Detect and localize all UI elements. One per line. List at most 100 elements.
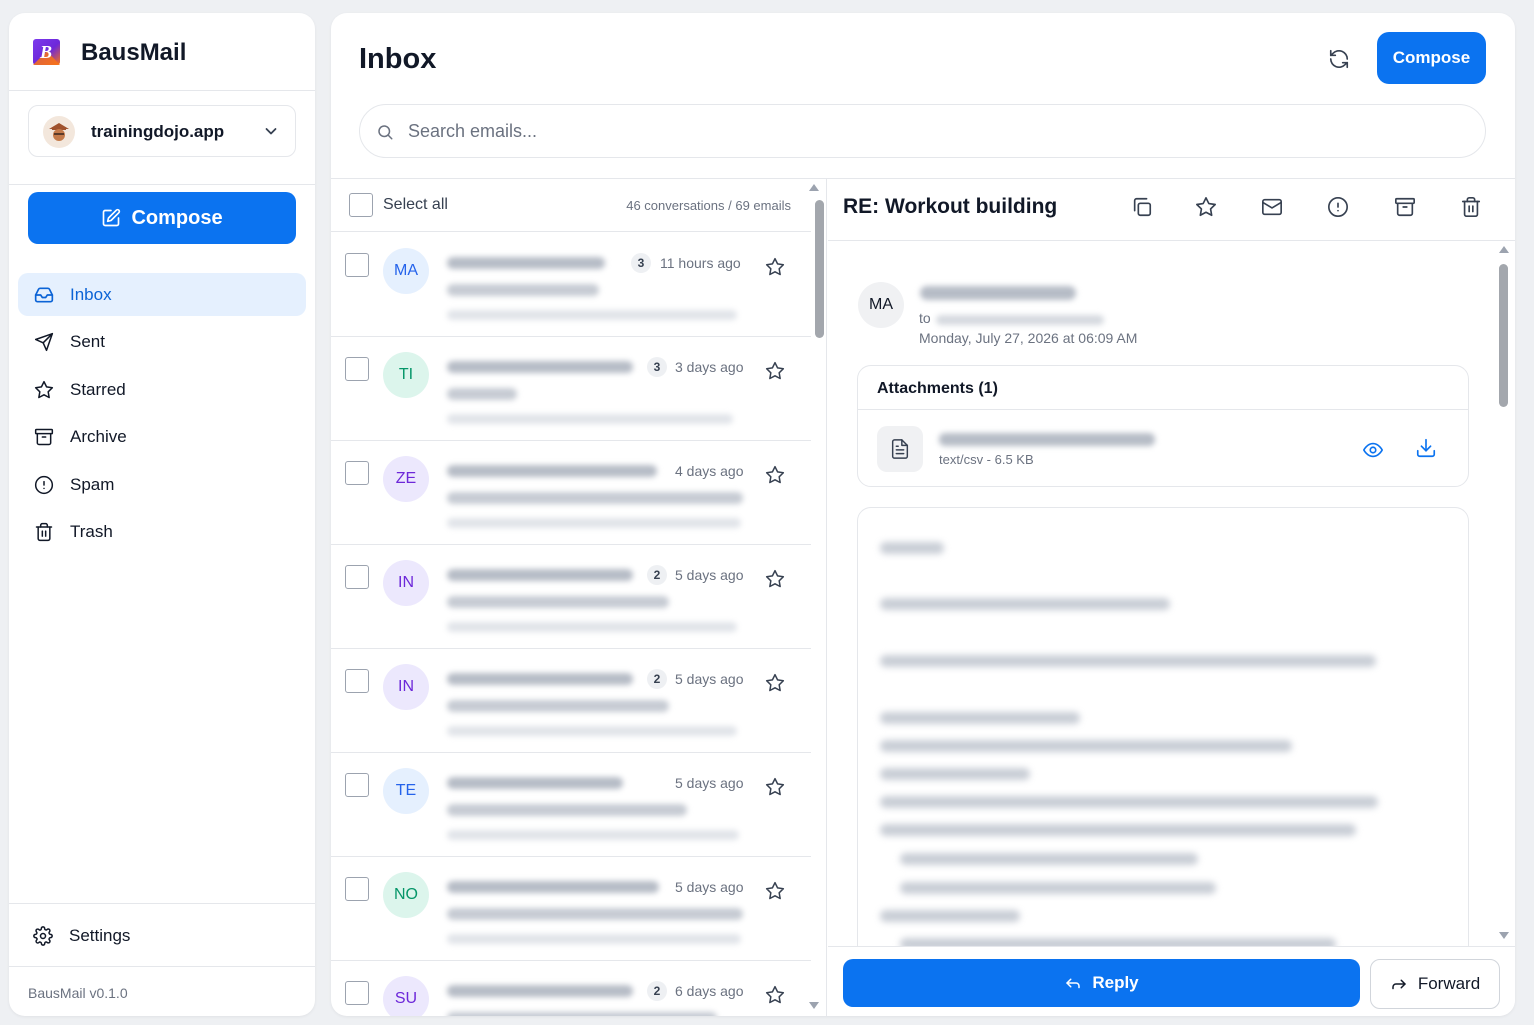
sender-redacted (447, 673, 633, 685)
email-time: 5 days ago (675, 775, 744, 791)
forward-button[interactable]: Forward (1370, 959, 1500, 1009)
thread-count-badge: 3 (647, 357, 667, 377)
page-title: Inbox (359, 43, 437, 75)
divider (9, 966, 315, 967)
app-version: BausMail v0.1.0 (28, 985, 128, 1001)
to-label: to (919, 310, 931, 326)
refresh-icon[interactable] (1328, 48, 1350, 70)
row-checkbox[interactable] (345, 981, 369, 1005)
recipient-redacted (936, 315, 1104, 325)
scroll-up-arrow-icon[interactable] (1499, 246, 1509, 253)
email-subject: RE: Workout building (843, 195, 1058, 218)
list-header: Select all 46 conversations / 69 emails (331, 178, 811, 232)
sidebar-item-trash[interactable]: Trash (18, 511, 306, 554)
list-item[interactable]: NO 5 days ago (331, 857, 811, 961)
reader-header: RE: Workout building (828, 178, 1515, 241)
app-name: BausMail (81, 39, 187, 66)
list-item[interactable]: TI 3 3 days ago (331, 337, 811, 441)
star-icon[interactable] (765, 777, 785, 797)
sidebar-item-label: Spam (70, 474, 115, 494)
list-item[interactable]: SU 2 6 days ago (331, 961, 811, 1016)
list-item[interactable]: IN 2 5 days ago (331, 545, 811, 649)
sender-redacted (447, 465, 657, 477)
avatar: ZE (383, 456, 429, 502)
compose-button-sidebar[interactable]: Compose (28, 192, 296, 244)
subject-redacted (447, 596, 669, 608)
reply-icon (1066, 978, 1081, 989)
star-icon (34, 380, 54, 398)
folder-nav: Inbox Sent Starred Archive Spam Trash (18, 273, 306, 559)
row-checkbox[interactable] (345, 565, 369, 589)
eye-icon[interactable] (1362, 439, 1384, 461)
row-checkbox[interactable] (345, 669, 369, 693)
row-checkbox[interactable] (345, 877, 369, 901)
list-item[interactable]: TE 5 days ago (331, 753, 811, 857)
row-checkbox[interactable] (345, 357, 369, 381)
scroll-down-arrow-icon[interactable] (809, 1002, 819, 1009)
star-icon[interactable] (765, 985, 785, 1005)
reader-scroll-thumb[interactable] (1499, 264, 1508, 407)
archive-icon[interactable] (1394, 196, 1416, 218)
avatar: MA (383, 248, 429, 294)
sidebar-item-spam[interactable]: Spam (18, 463, 306, 506)
select-all-checkbox[interactable] (349, 193, 373, 217)
compose-button[interactable]: Compose (1377, 32, 1486, 84)
sidebar-item-archive[interactable]: Archive (18, 416, 306, 459)
list-item[interactable]: MA 3 11 hours ago (331, 233, 811, 337)
redacted-line (880, 740, 1292, 752)
row-checkbox[interactable] (345, 461, 369, 485)
mail-icon[interactable] (1261, 196, 1283, 218)
star-icon[interactable] (765, 257, 785, 277)
reply-label: Reply (1092, 973, 1139, 992)
star-icon[interactable] (1195, 196, 1217, 218)
copy-icon[interactable] (1131, 196, 1153, 218)
avatar: TE (383, 768, 429, 814)
sidebar-item-sent[interactable]: Sent (18, 321, 306, 364)
account-switcher[interactable]: trainingdojo.app (28, 105, 296, 157)
sidebar-item-inbox[interactable]: Inbox (18, 273, 306, 316)
star-icon[interactable] (765, 361, 785, 381)
account-section: trainingdojo.app (9, 91, 315, 185)
redacted-line (900, 882, 1216, 894)
thread-count-badge: 2 (647, 981, 667, 1001)
sidebar-item-label: Inbox (70, 284, 112, 304)
subject-redacted (447, 804, 687, 816)
trash-icon[interactable] (1460, 196, 1482, 218)
divider (858, 409, 1468, 410)
brand-header: B BausMail (9, 13, 315, 91)
forward-label: Forward (1417, 974, 1481, 993)
star-icon[interactable] (765, 881, 785, 901)
scroll-up-arrow-icon[interactable] (809, 184, 819, 191)
search-input[interactable] (408, 117, 1448, 145)
select-all-label: Select all (383, 196, 448, 213)
star-icon[interactable] (765, 673, 785, 693)
settings-button[interactable]: Settings (33, 926, 130, 946)
email-time: 6 days ago (675, 983, 744, 999)
search-bar (359, 104, 1486, 158)
sidebar-item-starred[interactable]: Starred (18, 368, 306, 411)
preview-redacted (447, 622, 737, 632)
scroll-down-arrow-icon[interactable] (1499, 932, 1509, 939)
redacted-line (880, 910, 1020, 922)
row-checkbox[interactable] (345, 253, 369, 277)
avatar: TI (383, 352, 429, 398)
settings-label: Settings (69, 926, 131, 945)
email-date: Monday, July 27, 2026 at 06:09 AM (919, 330, 1138, 346)
redacted-line (880, 824, 1356, 836)
list-scroll-thumb[interactable] (815, 200, 824, 338)
reply-button[interactable]: Reply (843, 959, 1360, 1007)
subject-redacted (447, 700, 669, 712)
preview-redacted (447, 414, 733, 424)
star-icon[interactable] (765, 569, 785, 589)
download-icon[interactable] (1415, 437, 1437, 459)
alert-circle-icon[interactable] (1327, 196, 1349, 218)
subject-redacted (447, 492, 743, 504)
account-name: trainingdojo.app (91, 122, 225, 141)
star-icon[interactable] (765, 465, 785, 485)
list-item[interactable]: ZE 4 days ago (331, 441, 811, 545)
row-checkbox[interactable] (345, 773, 369, 797)
email-time: 5 days ago (675, 671, 744, 687)
list-item[interactable]: IN 2 5 days ago (331, 649, 811, 753)
sender-redacted (447, 569, 633, 581)
svg-text:B: B (39, 42, 52, 62)
